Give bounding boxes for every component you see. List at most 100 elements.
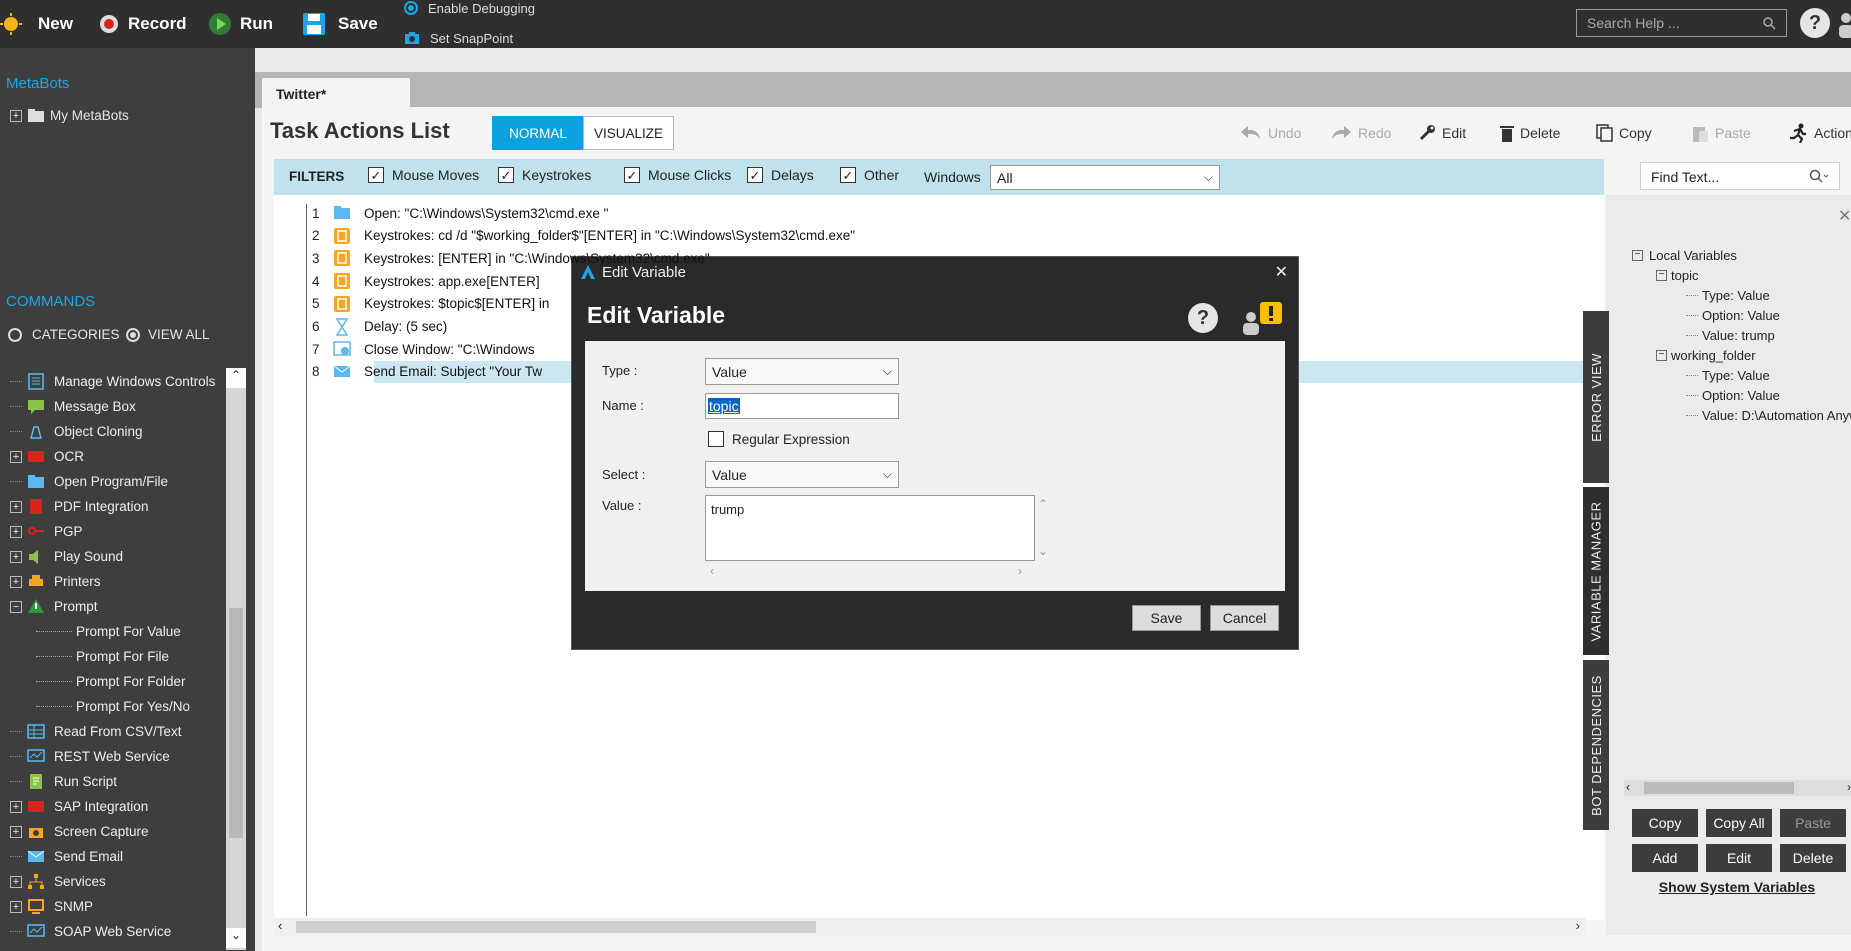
command-item[interactable]: Manage Windows Controls: [10, 369, 215, 394]
command-item[interactable]: Send Email: [10, 844, 123, 869]
variable-node[interactable]: − topic: [1656, 268, 1698, 283]
command-subitem[interactable]: Prompt For Value: [36, 619, 181, 644]
action-row[interactable]: 5 Keystrokes: $topic$[ENTER] in: [274, 293, 549, 315]
save-button[interactable]: Save: [302, 0, 378, 48]
scroll-left-icon[interactable]: ‹: [710, 564, 714, 578]
delete-button[interactable]: Delete: [1500, 120, 1560, 146]
command-item[interactable]: REST Web Service: [10, 744, 170, 769]
expand-icon[interactable]: −: [10, 600, 22, 613]
expand-icon[interactable]: +: [10, 109, 22, 122]
local-variables-node[interactable]: − Local Variables: [1632, 248, 1737, 263]
variable-node[interactable]: − working_folder: [1656, 348, 1756, 363]
tab-error-view[interactable]: ERROR VIEW: [1583, 311, 1609, 483]
name-input[interactable]: topic: [705, 393, 899, 419]
expand-icon[interactable]: +: [10, 875, 22, 888]
expand-icon[interactable]: +: [10, 550, 22, 563]
filter-checkbox[interactable]: ✓ Delays: [747, 167, 814, 183]
copy-all-button[interactable]: Copy All: [1706, 809, 1772, 837]
command-item[interactable]: + OCR: [10, 444, 84, 469]
type-select[interactable]: Value ⌵: [705, 358, 899, 385]
find-text-input[interactable]: Find Text...: [1640, 162, 1840, 190]
select-dropdown[interactable]: Value ⌵: [705, 461, 899, 488]
collapse-icon[interactable]: −: [1632, 250, 1643, 261]
windows-select[interactable]: All ⌵: [990, 165, 1220, 190]
action-row[interactable]: 6 Delay: (5 sec): [274, 316, 447, 338]
viewall-radio[interactable]: VIEW ALL: [126, 327, 210, 342]
enable-debugging-toggle[interactable]: Enable Debugging: [404, 0, 535, 16]
command-subitem[interactable]: Prompt For File: [36, 644, 169, 669]
value-textarea[interactable]: trump: [705, 495, 1035, 561]
show-system-variables-link[interactable]: Show System Variables: [1606, 879, 1851, 899]
command-item[interactable]: Run Script: [10, 769, 117, 794]
run-button[interactable]: Run: [208, 0, 273, 48]
dialog-cancel-button[interactable]: Cancel: [1210, 605, 1279, 631]
close-panel-icon[interactable]: ✕: [1838, 206, 1851, 226]
copy-variable-button[interactable]: Copy: [1632, 809, 1698, 837]
normal-mode-button[interactable]: NORMAL: [492, 116, 584, 150]
edit-variable-button[interactable]: Edit: [1706, 844, 1772, 872]
dialog-save-button[interactable]: Save: [1132, 605, 1201, 631]
command-item[interactable]: + SAP Integration: [10, 794, 148, 819]
action-row[interactable]: 2 Keystrokes: cd /d "$working_folder$"[EN…: [274, 225, 855, 247]
close-icon[interactable]: ✕: [1275, 262, 1288, 282]
user-icon[interactable]: [1836, 12, 1851, 38]
expand-icon[interactable]: +: [10, 575, 22, 588]
tab-twitter[interactable]: Twitter*: [262, 78, 410, 108]
visualize-mode-button[interactable]: VISUALIZE: [583, 116, 674, 150]
command-subitem[interactable]: Prompt For Yes/No: [36, 694, 190, 719]
scroll-up-icon[interactable]: ⌃: [226, 368, 246, 388]
regex-checkbox[interactable]: Regular Expression: [708, 431, 850, 447]
command-item[interactable]: Open Program/File: [10, 469, 168, 494]
tab-variable-manager[interactable]: VARIABLE MANAGER: [1583, 487, 1609, 655]
command-item[interactable]: + Services: [10, 869, 106, 894]
copy-button[interactable]: Copy: [1596, 120, 1652, 146]
scroll-left-icon[interactable]: ‹: [278, 918, 282, 933]
filter-checkbox[interactable]: ✓ Mouse Moves: [368, 167, 479, 183]
edit-button[interactable]: Edit: [1418, 120, 1466, 146]
expand-icon[interactable]: +: [10, 900, 22, 913]
record-button[interactable]: Record: [98, 0, 187, 48]
action-row[interactable]: 4 Keystrokes: app.exe[ENTER]: [274, 270, 540, 292]
command-item[interactable]: SOAP Web Service: [10, 919, 171, 944]
scroll-right-icon[interactable]: ›: [1576, 918, 1580, 933]
help-icon[interactable]: ?: [1800, 8, 1830, 38]
new-button[interactable]: New: [0, 0, 73, 48]
delete-variable-button[interactable]: Delete: [1780, 844, 1846, 872]
command-item[interactable]: + PGP: [10, 519, 83, 544]
scroll-down-icon[interactable]: ⌄: [1038, 544, 1048, 558]
scroll-right-icon[interactable]: ›: [1847, 780, 1851, 794]
expand-icon[interactable]: +: [10, 525, 22, 538]
command-item[interactable]: + Play Sound: [10, 544, 123, 569]
tree-scrollbar[interactable]: ‹ ›: [1624, 780, 1851, 796]
user-alert-icon[interactable]: [1240, 301, 1284, 335]
scroll-up-icon[interactable]: ⌃: [1038, 497, 1048, 511]
command-item[interactable]: Object Cloning: [10, 419, 143, 444]
action-row[interactable]: 7 Close Window: "C:\Windows: [274, 338, 535, 360]
paste-button[interactable]: Paste: [1692, 120, 1751, 146]
command-subitem[interactable]: Prompt For Folder: [36, 669, 186, 694]
redo-button[interactable]: Redo: [1330, 120, 1391, 146]
filter-checkbox[interactable]: ✓ Keystrokes: [498, 167, 591, 183]
horizontal-scrollbar[interactable]: ‹ ›: [274, 918, 1586, 936]
action-row[interactable]: 3 Keystrokes: [ENTER] in "C:\Windows\Syst…: [274, 247, 710, 269]
filter-checkbox[interactable]: ✓ Mouse Clicks: [624, 167, 731, 183]
scroll-left-icon[interactable]: ‹: [1626, 780, 1630, 794]
add-variable-button[interactable]: Add: [1632, 844, 1698, 872]
my-metabots-item[interactable]: + My MetaBots: [10, 108, 129, 123]
set-snappoint-button[interactable]: Set SnapPoint: [404, 30, 513, 46]
paste-variable-button[interactable]: Paste: [1780, 809, 1846, 837]
command-item[interactable]: Message Box: [10, 394, 136, 419]
command-item[interactable]: + Printers: [10, 569, 101, 594]
commands-scrollbar[interactable]: ⌃ ⌄: [226, 368, 246, 950]
action-row[interactable]: 1 Open: "C:\Windows\System32\cmd.exe ": [274, 202, 608, 224]
command-item[interactable]: + PDF Integration: [10, 494, 149, 519]
search-help-input[interactable]: Search Help ...: [1576, 9, 1787, 37]
filter-checkbox[interactable]: ✓ Other: [840, 167, 899, 183]
command-item[interactable]: − Prompt: [10, 594, 98, 619]
expand-icon[interactable]: +: [10, 500, 22, 513]
dialog-help-icon[interactable]: ?: [1188, 303, 1218, 333]
tab-bot-dependencies[interactable]: BOT DEPENDENCIES: [1583, 660, 1609, 830]
command-item[interactable]: Read From CSV/Text: [10, 719, 182, 744]
expand-icon[interactable]: +: [10, 825, 22, 838]
scroll-thumb[interactable]: [229, 608, 243, 838]
